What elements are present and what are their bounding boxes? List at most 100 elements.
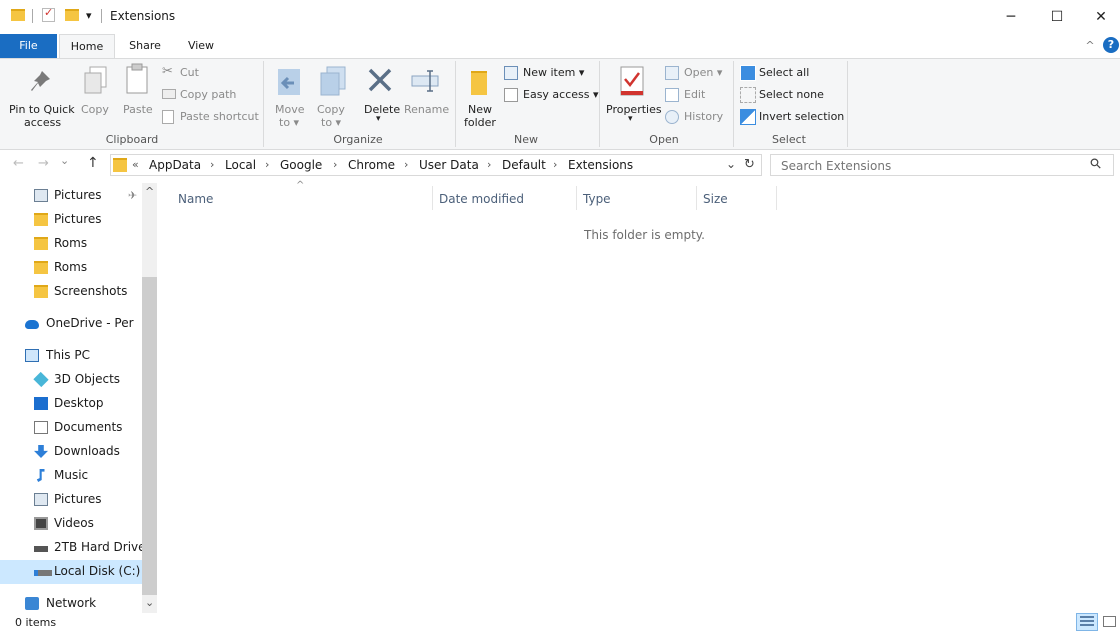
nav-item[interactable]: Roms [0, 232, 142, 256]
move-to-icon [278, 69, 300, 95]
nav-item-label: Documents [54, 420, 123, 434]
ribbon: Pin to Quick access Copy Paste ✂ Cut Cop… [0, 58, 1120, 150]
nav-item[interactable]: Pictures [0, 488, 142, 512]
breadcrumb-separator-icon[interactable]: › [487, 158, 491, 171]
nav-item[interactable]: Downloads [0, 440, 142, 464]
new-folder-button[interactable]: New folder [461, 63, 499, 129]
scroll-up-icon[interactable]: ^ [145, 185, 154, 198]
delete-button[interactable]: Delete ▾ [360, 63, 400, 129]
open-button[interactable]: Open ▾ [665, 65, 735, 83]
breadcrumb-default[interactable]: Default [502, 158, 546, 172]
forward-button[interactable]: → [38, 156, 49, 171]
nav-item[interactable]: Local Disk (C:) [0, 560, 142, 584]
column-separator[interactable] [776, 186, 777, 210]
copy-to-icon [320, 66, 346, 96]
column-header-date-modified[interactable]: Date modified [439, 190, 524, 214]
breadcrumb-local[interactable]: Local [225, 158, 256, 172]
column-separator[interactable] [696, 186, 697, 210]
cut-button[interactable]: ✂ Cut [162, 64, 242, 83]
properties-button[interactable]: Properties ▾ [603, 63, 662, 129]
open-label: Open ▾ [684, 66, 723, 79]
properties-qat-icon[interactable]: ✓ [42, 6, 55, 22]
pin-quick-access-button[interactable]: Pin to Quick access [4, 63, 76, 129]
scroll-down-icon[interactable]: ⌄ [145, 596, 154, 609]
search-icon[interactable]: ⚲ [1087, 155, 1106, 174]
nav-item[interactable]: 2TB Hard Drive [0, 536, 142, 560]
breadcrumb-separator-icon[interactable]: › [333, 158, 337, 171]
close-button[interactable]: ✕ [1078, 0, 1120, 34]
move-to-button[interactable]: Move to ▾ [270, 63, 308, 129]
breadcrumb-extensions[interactable]: Extensions [568, 158, 633, 172]
new-folder-qat-icon[interactable] [65, 9, 79, 21]
help-icon[interactable]: ? [1103, 37, 1119, 53]
tab-view[interactable]: View [177, 34, 225, 58]
column-separator[interactable] [576, 186, 577, 210]
nav-item[interactable]: Pictures [0, 184, 142, 208]
overflow-chevron-icon[interactable]: « [132, 158, 139, 171]
breadcrumb-user-data[interactable]: User Data [419, 158, 479, 172]
nav-item[interactable]: Documents [0, 416, 142, 440]
easy-access-button[interactable]: Easy access ▾ [504, 87, 599, 105]
nav-item[interactable]: Music [0, 464, 142, 488]
address-dropdown-icon[interactable]: ⌄ [726, 157, 736, 171]
column-header-type[interactable]: Type [583, 190, 611, 214]
column-header-name[interactable]: Name [178, 190, 213, 214]
tab-share[interactable]: Share [120, 34, 170, 58]
collapse-ribbon-icon[interactable]: ^ [1082, 34, 1098, 58]
local-disk-icon [34, 570, 52, 576]
large-icons-view-button[interactable] [1101, 613, 1119, 631]
paste-shortcut-button[interactable]: Paste shortcut [162, 109, 262, 127]
select-all-label: Select all [759, 66, 810, 79]
nav-item[interactable]: OneDrive - Perso [0, 312, 142, 336]
navigation-pane[interactable]: Pictures Pictures Roms Roms Screenshots OneDr… [0, 183, 158, 613]
recent-locations-button[interactable]: ⌄ [60, 154, 69, 167]
paste-button[interactable]: Paste [119, 63, 155, 129]
copy-path-button[interactable]: Copy path [162, 87, 252, 105]
breadcrumb-appdata[interactable]: AppData [149, 158, 201, 172]
breadcrumb-google[interactable]: Google [280, 158, 322, 172]
breadcrumb-separator-icon[interactable]: › [553, 158, 557, 171]
nav-item[interactable]: Roms [0, 256, 142, 280]
address-bar[interactable]: « AppData › Local › Google › Chrome › Us… [110, 154, 762, 176]
breadcrumb-separator-icon[interactable]: › [404, 158, 408, 171]
nav-item[interactable]: Videos [0, 512, 142, 536]
nav-item[interactable]: Screenshots [0, 280, 142, 304]
select-all-icon [740, 65, 756, 81]
nav-item[interactable]: 3D Objects [0, 368, 142, 392]
tab-file[interactable]: File [0, 34, 57, 58]
search-input[interactable] [779, 156, 1083, 176]
copy-button[interactable]: Copy [79, 63, 111, 129]
breadcrumb-separator-icon[interactable]: › [265, 158, 269, 171]
delete-icon [368, 68, 392, 92]
nav-scrollbar[interactable]: ^ ⌄ [142, 183, 157, 613]
select-all-button[interactable]: Select all [740, 65, 840, 83]
tab-home[interactable]: Home [59, 34, 115, 58]
nav-item[interactable]: Desktop [0, 392, 142, 416]
column-header-size[interactable]: Size [703, 190, 728, 214]
select-none-button[interactable]: Select none [740, 87, 840, 105]
qat-dropdown-icon[interactable]: ▾ [86, 9, 92, 22]
copy-to-button[interactable]: Copy to ▾ [313, 63, 351, 129]
maximize-button[interactable]: ☐ [1034, 0, 1080, 34]
invert-selection-button[interactable]: Invert selection [740, 109, 844, 127]
up-button[interactable]: ↑ [87, 155, 99, 171]
separator [263, 61, 264, 147]
minimize-button[interactable]: ─ [988, 0, 1034, 34]
nav-item[interactable]: This PC [0, 344, 142, 368]
rename-button[interactable]: Rename [402, 63, 449, 129]
nav-item[interactable]: Pictures [0, 208, 142, 232]
pin-icon: ✈ [128, 189, 138, 202]
breadcrumb-separator-icon[interactable]: › [210, 158, 214, 171]
select-group-label: Select [772, 133, 806, 146]
scroll-thumb[interactable] [142, 277, 157, 595]
separator [101, 9, 102, 23]
details-view-button[interactable] [1076, 613, 1098, 631]
refresh-icon[interactable]: ↻ [744, 157, 755, 172]
history-button[interactable]: History [665, 109, 735, 127]
breadcrumb-chrome[interactable]: Chrome [348, 158, 395, 172]
new-item-button[interactable]: New item ▾ [504, 65, 594, 83]
back-button[interactable]: ← [13, 156, 24, 171]
edit-button[interactable]: Edit [665, 87, 725, 105]
column-separator[interactable] [432, 186, 433, 210]
search-box[interactable]: ⚲ [770, 154, 1114, 176]
